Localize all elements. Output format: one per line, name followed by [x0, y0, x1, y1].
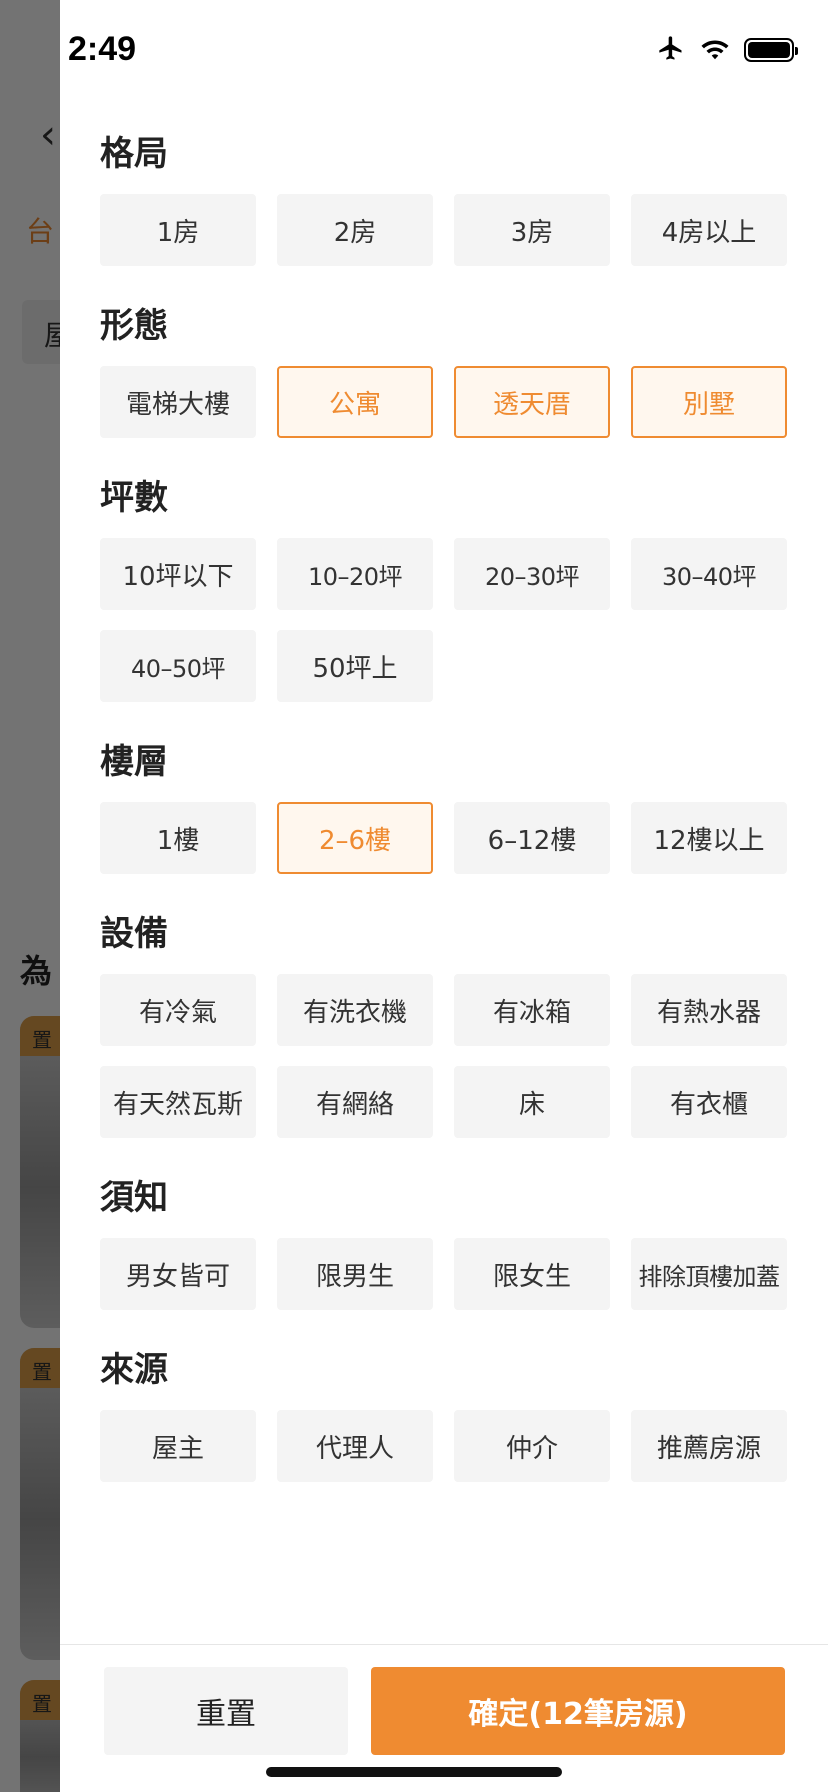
- option-grid: 屋主 代理人 仲介 推薦房源: [100, 1410, 810, 1482]
- filter-option[interactable]: 代理人: [277, 1410, 433, 1482]
- filter-option[interactable]: 屋主: [100, 1410, 256, 1482]
- filter-option[interactable]: 50坪上: [277, 630, 433, 702]
- filter-section: 設備有冷氣 有洗衣機 有冰箱 有熱水器有天然瓦斯 有網絡床有衣櫃: [100, 910, 810, 1138]
- status-time: 2:49: [68, 30, 137, 68]
- section-title: 設備: [100, 914, 168, 954]
- filter-section: 須知男女皆可 限男生 限女生 排除頂樓加蓋: [100, 1174, 810, 1310]
- filter-panel: 格局 1房 2房 3房 4房以上形態電梯大樓 公寓 透天厝 別墅坪數 10坪以下 10–20坪 20…: [60, 0, 828, 1792]
- filter-option[interactable]: 推薦房源: [631, 1410, 787, 1482]
- filter-section: 形態電梯大樓 公寓 透天厝 別墅: [100, 302, 810, 438]
- option-grid: 男女皆可 限男生 限女生 排除頂樓加蓋: [100, 1238, 810, 1310]
- option-grid: 1樓 2–6樓 6–12樓 12樓以上: [100, 802, 810, 874]
- battery-icon: [744, 38, 798, 62]
- filter-option[interactable]: 20–30坪: [454, 538, 610, 610]
- filter-option[interactable]: 有冰箱: [454, 974, 610, 1046]
- filter-option[interactable]: 30–40坪: [631, 538, 787, 610]
- filter-option[interactable]: 有天然瓦斯: [100, 1066, 256, 1138]
- filter-option[interactable]: 3房: [454, 194, 610, 266]
- filter-section: 來源屋主 代理人 仲介 推薦房源: [100, 1346, 810, 1482]
- section-title: 形態: [100, 306, 168, 346]
- option-grid: 1房 2房 3房 4房以上: [100, 194, 810, 266]
- filter-option[interactable]: 別墅: [631, 366, 787, 438]
- filter-option[interactable]: 1房: [100, 194, 256, 266]
- home-indicator: [266, 1767, 562, 1777]
- section-title: 格局: [100, 134, 168, 174]
- section-title: 來源: [100, 1350, 168, 1390]
- filter-option[interactable]: 男女皆可: [100, 1238, 256, 1310]
- filter-option[interactable]: 透天厝: [454, 366, 610, 438]
- filter-option[interactable]: 仲介: [454, 1410, 610, 1482]
- confirm-button[interactable]: 確定(12筆房源): [371, 1667, 785, 1755]
- filter-option[interactable]: 有冷氣: [100, 974, 256, 1046]
- airplane-icon: [656, 34, 686, 66]
- filter-option[interactable]: 1樓: [100, 802, 256, 874]
- filter-option[interactable]: 10–20坪: [277, 538, 433, 610]
- filter-option[interactable]: 10坪以下: [100, 538, 256, 610]
- filter-option[interactable]: 4房以上: [631, 194, 787, 266]
- status-icons: [656, 34, 798, 66]
- filter-option[interactable]: 限女生: [454, 1238, 610, 1310]
- option-grid: 電梯大樓 公寓 透天厝 別墅: [100, 366, 810, 438]
- section-title: 須知: [100, 1178, 168, 1218]
- filter-section: 坪數 10坪以下 10–20坪 20–30坪 30–40坪 40–50坪 50坪上: [100, 474, 810, 702]
- filter-option[interactable]: 12樓以上: [631, 802, 787, 874]
- status-bar: 2:49: [60, 0, 828, 100]
- filter-option[interactable]: 2–6樓: [277, 802, 433, 874]
- filter-option[interactable]: 公寓: [277, 366, 433, 438]
- filter-option[interactable]: 6–12樓: [454, 802, 610, 874]
- option-grid: 10坪以下 10–20坪 20–30坪 30–40坪 40–50坪 50坪上: [100, 538, 810, 702]
- section-title: 坪數: [100, 478, 168, 518]
- filter-option[interactable]: 有網絡: [277, 1066, 433, 1138]
- section-title: 樓層: [100, 742, 168, 782]
- filter-option[interactable]: 床: [454, 1066, 610, 1138]
- filter-option[interactable]: 排除頂樓加蓋: [631, 1238, 787, 1310]
- filter-option[interactable]: 有洗衣機: [277, 974, 433, 1046]
- filter-sections: 格局 1房 2房 3房 4房以上形態電梯大樓 公寓 透天厝 別墅坪數 10坪以下 10–20坪 20…: [100, 130, 810, 1518]
- filter-option[interactable]: 限男生: [277, 1238, 433, 1310]
- filter-option[interactable]: 有熱水器: [631, 974, 787, 1046]
- filter-section: 格局 1房 2房 3房 4房以上: [100, 130, 810, 266]
- filter-option[interactable]: 2房: [277, 194, 433, 266]
- reset-button[interactable]: 重置: [104, 1667, 348, 1755]
- filter-option[interactable]: 電梯大樓: [100, 366, 256, 438]
- filter-option[interactable]: 有衣櫃: [631, 1066, 787, 1138]
- filter-section: 樓層 1樓 2–6樓 6–12樓 12樓以上: [100, 738, 810, 874]
- filter-footer: 重置 確定(12筆房源): [60, 1644, 828, 1792]
- wifi-icon: [700, 36, 730, 64]
- option-grid: 有冷氣 有洗衣機 有冰箱 有熱水器有天然瓦斯 有網絡床有衣櫃: [100, 974, 810, 1138]
- filter-option[interactable]: 40–50坪: [100, 630, 256, 702]
